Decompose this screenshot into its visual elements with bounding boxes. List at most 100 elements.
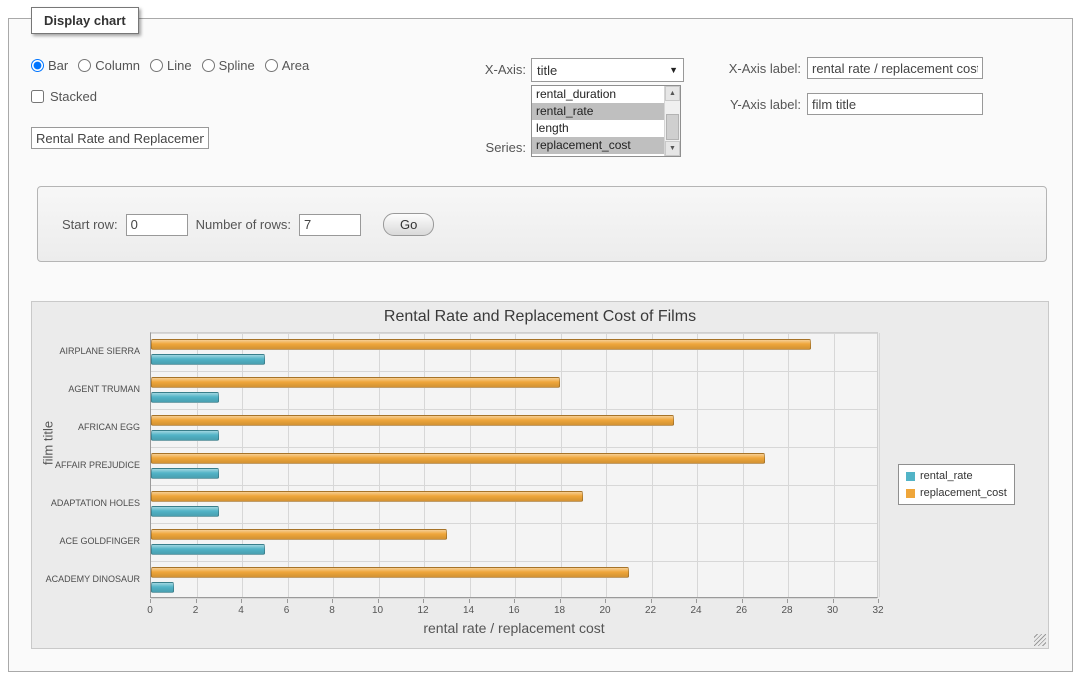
bar-replacement_cost [151,567,629,578]
bar-rental_rate [151,582,174,593]
series-option-rental_rate[interactable]: rental_rate [532,103,664,120]
x-tick-label: 26 [736,605,747,616]
tick-mark [878,599,879,603]
bar-replacement_cost [151,453,765,464]
grid-line [697,333,698,597]
bar-rental_rate [151,354,265,365]
x-tick-label: 20 [599,605,610,616]
series-option-rental_duration[interactable]: rental_duration [532,86,664,103]
tick-mark [241,599,242,603]
bar-replacement_cost [151,415,674,426]
chart-type-option-label: Spline [219,58,255,73]
page: Display chart Bar Column Line Spline Area St… [0,0,1081,681]
chart-panel: Rental Rate and Replacement Cost of Film… [31,301,1049,649]
grid-line [151,371,877,372]
chart-type-option-spline[interactable]: Spline [202,58,255,73]
series-scrollbar[interactable]: ▲ ▼ [664,86,680,156]
go-button[interactable]: Go [383,213,434,236]
chart-type-option-column[interactable]: Column [78,58,140,73]
category-label: ADAPTATION HOLES [51,498,140,508]
category-axis: AIRPLANE SIERRA AGENT TRUMAN AFRICAN EGG AF… [32,332,144,598]
grid-line [197,333,198,597]
tick-mark [287,599,288,603]
x-axis-select[interactable]: title ▼ [531,58,684,82]
chart-type-radio-column[interactable] [78,59,91,72]
category-label: AFFAIR PREJUDICE [55,460,140,470]
x-tick-label: 24 [690,605,701,616]
tick-mark [196,599,197,603]
series-option-replacement_cost[interactable]: replacement_cost [532,137,664,154]
x-tick-label: 2 [193,605,199,616]
tick-mark [423,599,424,603]
bar-rental_rate [151,392,219,403]
bar-rental_rate [151,468,219,479]
chart-type-option-label: Bar [48,58,68,73]
x-tick-label: 32 [872,605,883,616]
grid-line [333,333,334,597]
chart-type-radio-bar[interactable] [31,59,44,72]
chart-type-radio-line[interactable] [150,59,163,72]
x-tick-label: 16 [508,605,519,616]
series-option-length[interactable]: length [532,120,664,137]
panel-legend: Display chart [31,7,139,34]
start-row-label: Start row: [62,217,118,232]
legend-swatch [906,472,915,481]
chart-type-option-area[interactable]: Area [265,58,309,73]
stacked-checkbox[interactable] [31,90,44,103]
bar-replacement_cost [151,529,447,540]
chart-type-radio-group: Bar Column Line Spline Area [31,58,309,73]
bar-replacement_cost [151,377,560,388]
x-tick-label: 18 [554,605,565,616]
x-axis-label-label: X-Axis label: [701,61,801,76]
legend-item-replacement_cost[interactable]: replacement_cost [906,487,1007,499]
chart-type-radio-area[interactable] [265,59,278,72]
grid-line [424,333,425,597]
series-select-label: Series: [446,140,526,155]
y-axis-label-input[interactable] [807,93,983,115]
grid-line [242,333,243,597]
category-label: ACADEMY DINOSAUR [46,574,140,584]
stacked-checkbox-row[interactable]: Stacked [31,89,97,104]
x-tick-label: 0 [147,605,153,616]
chart-title-input[interactable] [31,127,209,149]
grid-line [470,333,471,597]
scroll-thumb[interactable] [666,114,679,140]
tick-mark [833,599,834,603]
chart-type-option-bar[interactable]: Bar [31,58,68,73]
grid-line [561,333,562,597]
grid-line [288,333,289,597]
category-label: AGENT TRUMAN [68,384,140,394]
tick-mark [787,599,788,603]
scroll-down-icon[interactable]: ▼ [665,141,680,156]
x-axis-select-label: X-Axis: [446,62,526,77]
start-row-input[interactable] [126,214,188,236]
chart-type-option-line[interactable]: Line [150,58,192,73]
grid-line [652,333,653,597]
resize-handle-icon[interactable] [1034,634,1046,646]
grid-line [151,523,877,524]
category-label: AFRICAN EGG [78,422,140,432]
grid-line [151,485,877,486]
x-tick-label: 12 [417,605,428,616]
grid-line [151,561,877,562]
tick-mark [651,599,652,603]
series-multiselect[interactable]: rental_durationrental_ratelengthreplacem… [531,85,681,157]
chart-type-radio-spline[interactable] [202,59,215,72]
x-axis-label-input[interactable] [807,57,983,79]
bar-replacement_cost [151,491,583,502]
scroll-up-icon[interactable]: ▲ [665,86,680,101]
tick-mark [560,599,561,603]
bar-rental_rate [151,506,219,517]
tick-mark [605,599,606,603]
category-label: AIRPLANE SIERRA [59,346,140,356]
x-tick-label: 8 [329,605,335,616]
x-tick-label: 30 [827,605,838,616]
legend-item-rental_rate[interactable]: rental_rate [906,470,1007,482]
grid-line [743,333,744,597]
bar-rental_rate [151,430,219,441]
num-rows-input[interactable] [299,214,361,236]
grid-line [379,333,380,597]
grid-line [151,409,877,410]
display-chart-fieldset: Display chart BarColumnLineSplineArea St… [8,18,1073,672]
x-tick-label: 22 [645,605,656,616]
